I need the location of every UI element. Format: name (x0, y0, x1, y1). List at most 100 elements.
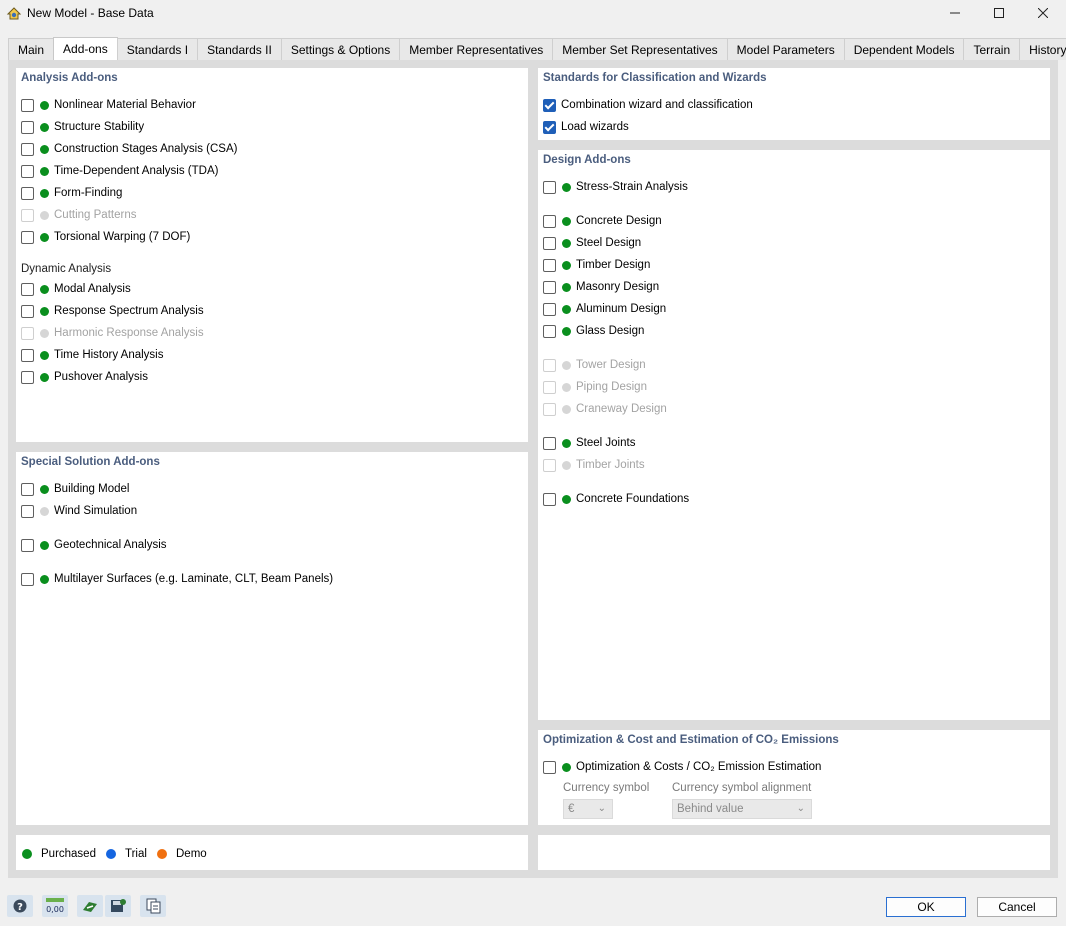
save-defaults-button[interactable] (105, 895, 131, 917)
checkbox[interactable] (543, 180, 556, 194)
checkbox[interactable] (543, 760, 556, 774)
addon-steel-joints[interactable]: Steel Joints (543, 435, 635, 451)
dynamic-analysis-heading: Dynamic Analysis (21, 263, 112, 275)
addon-pushover-analysis[interactable]: Pushover Analysis (21, 369, 148, 385)
addon-response-spectrum[interactable]: Response Spectrum Analysis (21, 303, 204, 319)
checkbox-checked[interactable] (543, 98, 556, 112)
addon-building-model[interactable]: Building Model (21, 481, 129, 497)
checkbox[interactable] (543, 214, 556, 228)
tab-main[interactable]: Main (8, 38, 55, 60)
addon-timber-joints: Timber Joints (543, 457, 645, 473)
purchased-status-dot (40, 484, 49, 494)
tab-member-representatives[interactable]: Member Representatives (399, 38, 554, 60)
addon-modal-analysis[interactable]: Modal Analysis (21, 281, 131, 297)
tab-add-ons[interactable]: Add-ons (53, 37, 118, 60)
addon-multilayer-surfaces[interactable]: Multilayer Surfaces (e.g. Laminate, CLT,… (21, 571, 333, 587)
checkbox[interactable] (21, 142, 34, 156)
special-solution-panel: Special Solution Add-ons Building Model … (16, 452, 528, 825)
checkbox[interactable] (543, 280, 556, 294)
addon-steel-design[interactable]: Steel Design (543, 235, 641, 251)
checkbox[interactable] (543, 436, 556, 450)
checkbox[interactable] (21, 348, 34, 362)
cancel-button[interactable]: Cancel (977, 897, 1057, 917)
addon-aluminum-design[interactable]: Aluminum Design (543, 301, 666, 317)
close-button[interactable] (1020, 0, 1066, 26)
addon-label: Cutting Patterns (54, 209, 137, 221)
checkbox[interactable] (21, 230, 34, 244)
addon-label: Geotechnical Analysis (54, 539, 167, 551)
demo-dot (157, 849, 167, 859)
tab-model-parameters[interactable]: Model Parameters (726, 38, 845, 60)
units-button[interactable]: 0,00 (42, 895, 68, 917)
legend-purchased: Purchased (22, 848, 96, 860)
checkbox[interactable] (21, 120, 34, 134)
unavailable-status-dot (40, 506, 49, 516)
addon-concrete-foundations[interactable]: Concrete Foundations (543, 491, 689, 507)
tab-label: Terrain (973, 42, 1011, 57)
addon-nonlinear-material-behavior[interactable]: Nonlinear Material Behavior (21, 97, 196, 113)
checkbox[interactable] (21, 538, 34, 552)
tab-member-set-representatives[interactable]: Member Set Representatives (552, 38, 728, 60)
addon-optimization-costs[interactable]: Optimization & Costs / CO₂ Emission Esti… (543, 759, 821, 775)
purchased-status-dot (562, 762, 571, 772)
purchased-status-dot (562, 216, 571, 226)
addon-harmonic-response: Harmonic Response Analysis (21, 325, 204, 341)
addon-geotechnical-analysis[interactable]: Geotechnical Analysis (21, 537, 167, 553)
close-icon (1038, 8, 1048, 18)
tab-settings-options[interactable]: Settings & Options (280, 38, 401, 60)
currency-alignment-select[interactable]: Behind value ⌄ (672, 799, 812, 819)
checkbox[interactable] (21, 572, 34, 586)
checkbox[interactable] (543, 492, 556, 506)
addon-torsional-warping[interactable]: Torsional Warping (7 DOF) (21, 229, 190, 245)
checkbox[interactable] (21, 282, 34, 296)
addon-stress-strain[interactable]: Stress-Strain Analysis (543, 179, 688, 195)
checkbox[interactable] (21, 482, 34, 496)
minimize-button[interactable] (932, 0, 978, 26)
ok-button[interactable]: OK (886, 897, 966, 917)
addon-glass-design[interactable]: Glass Design (543, 323, 644, 339)
checkbox[interactable] (543, 236, 556, 250)
help-icon: ? (13, 899, 27, 913)
copy-settings-button[interactable] (140, 895, 166, 917)
checkbox-checked[interactable] (543, 120, 556, 134)
app-icon (6, 7, 22, 20)
addon-structure-stability[interactable]: Structure Stability (21, 119, 144, 135)
addon-time-history[interactable]: Time History Analysis (21, 347, 164, 363)
help-button[interactable]: ? (7, 895, 33, 917)
checkbox (543, 358, 556, 372)
addon-time-dependent-analysis[interactable]: Time-Dependent Analysis (TDA) (21, 163, 218, 179)
addon-label: Steel Joints (576, 437, 636, 449)
purchased-status-dot (40, 122, 49, 132)
checkbox[interactable] (21, 164, 34, 178)
tab-standards-i[interactable]: Standards I (116, 38, 199, 60)
tab-history[interactable]: History (1019, 38, 1066, 60)
addon-wind-simulation[interactable]: Wind Simulation (21, 503, 137, 519)
checkbox[interactable] (21, 304, 34, 318)
checkbox[interactable] (21, 186, 34, 200)
addon-form-finding[interactable]: Form-Finding (21, 185, 122, 201)
checkbox[interactable] (543, 324, 556, 338)
checkbox[interactable] (21, 370, 34, 384)
checkbox[interactable] (543, 302, 556, 316)
addon-label: Timber Design (576, 259, 651, 271)
addon-label: Aluminum Design (576, 303, 667, 315)
addon-masonry-design[interactable]: Masonry Design (543, 279, 659, 295)
checkbox[interactable] (543, 258, 556, 272)
addon-tower-design: Tower Design (543, 357, 646, 373)
tab-dependent-models[interactable]: Dependent Models (843, 38, 965, 60)
checkbox[interactable] (21, 98, 34, 112)
standard-combination-wizard[interactable]: Combination wizard and classification (543, 97, 753, 113)
tab-terrain[interactable]: Terrain (963, 38, 1021, 60)
standard-load-wizards[interactable]: Load wizards (543, 119, 629, 135)
checkbox[interactable] (21, 504, 34, 518)
checkbox (543, 458, 556, 472)
addon-construction-stages[interactable]: Construction Stages Analysis (CSA) (21, 141, 237, 157)
model-settings-button[interactable] (77, 895, 103, 917)
currency-symbol-select[interactable]: € ⌄ (563, 799, 613, 819)
tab-standards-ii[interactable]: Standards II (197, 38, 282, 60)
purchased-status-dot (562, 494, 571, 504)
addon-timber-design[interactable]: Timber Design (543, 257, 650, 273)
addon-concrete-design[interactable]: Concrete Design (543, 213, 662, 229)
addon-label: Wind Simulation (54, 505, 138, 517)
maximize-button[interactable] (976, 0, 1022, 26)
